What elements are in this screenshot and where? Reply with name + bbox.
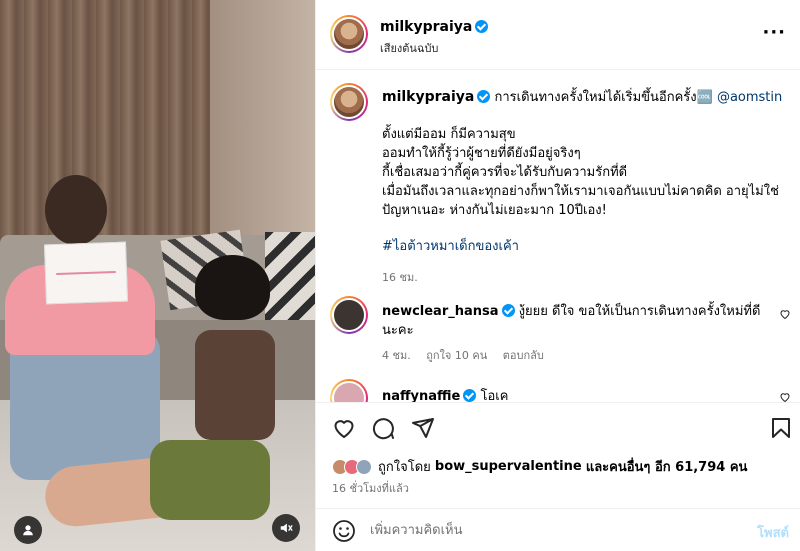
mute-icon	[280, 523, 293, 533]
caption-username[interactable]: milkypraiya	[382, 89, 474, 105]
post-comment-button[interactable]: โพสต์	[757, 522, 789, 543]
post-username[interactable]: milkypraiya	[380, 19, 472, 35]
verified-icon	[463, 389, 477, 402]
avatar[interactable]	[330, 379, 368, 402]
comment-like-icon[interactable]	[779, 308, 791, 320]
likes-others[interactable]: และคนอื่นๆ อีก 61,794 คน	[586, 456, 748, 477]
comment-item: newclear_hansa งู้ยยย ดีใจ ขอให้เป็นการเ…	[382, 302, 767, 365]
emoji-icon[interactable]	[332, 519, 356, 543]
wall	[210, 0, 315, 260]
post-media[interactable]	[0, 0, 315, 551]
share-icon[interactable]	[411, 416, 435, 440]
user-tag-icon	[23, 525, 33, 536]
person-woman-hair	[195, 255, 270, 320]
handwritten-sign	[43, 241, 129, 305]
comment-likes[interactable]: ถูกใจ 10 คน	[426, 349, 487, 362]
caption-line: เมื่อมันถึงเวลาและทุกอย่างก็พาให้เรามาเจ…	[382, 184, 779, 218]
likes-prefix: ถูกใจโดย	[378, 460, 431, 475]
caption-line: ตั้งแต่มีออม ก็มีความสุข	[382, 127, 516, 142]
comment-text: โอเค	[480, 389, 509, 402]
mute-button[interactable]	[272, 514, 300, 542]
bookmark-icon[interactable]	[769, 416, 793, 440]
pillow	[265, 232, 315, 327]
comment-like-icon[interactable]	[779, 391, 791, 402]
caption-hashtag[interactable]: #ไอต้าวหมาเด็กของเค้า	[382, 237, 782, 256]
caption-headline: การเดินทางครั้งใหม่ได้เริ่มขึ้นอีกครั้ง	[494, 90, 697, 105]
audio-label[interactable]: เสียงต้นฉบับ	[380, 39, 488, 57]
caption-time: 16 ชม.	[382, 271, 418, 284]
reply-button[interactable]: ตอบกลับ	[503, 349, 544, 362]
avatar[interactable]	[330, 83, 368, 121]
caption-line: กี้เชื่อเสมอว่ากี้คู่ควรที่จะได้รับกับคว…	[382, 165, 628, 180]
comment-username[interactable]: newclear_hansa	[382, 304, 499, 319]
comment-username[interactable]: naffynaffie	[382, 389, 460, 402]
comment-time: 4 ชม.	[382, 349, 411, 362]
user-tag-button[interactable]	[14, 516, 42, 544]
avatar[interactable]	[330, 296, 368, 334]
heart-icon[interactable]	[332, 416, 356, 440]
more-icon[interactable]: ···	[762, 24, 786, 42]
person-woman	[195, 330, 275, 440]
caption-mention[interactable]: @aomstin	[717, 90, 782, 105]
verified-icon	[501, 304, 515, 317]
person-woman-skirt	[150, 440, 270, 520]
caption-body: ตั้งแต่มีออม ก็มีความสุข ออมทำให้กี้รู้ว…	[382, 125, 782, 287]
comment-composer: โพสต์	[316, 508, 800, 551]
action-bar: ถูกใจโดย bow_supervalentine และคนอื่นๆ อ…	[316, 402, 800, 522]
comment-input[interactable]	[370, 519, 730, 541]
comment-icon[interactable]	[371, 416, 395, 440]
liker-avatars	[332, 458, 372, 475]
post-time-ago[interactable]: 16 ชั่วโมงที่แล้ว	[332, 479, 409, 497]
person-man-head	[45, 175, 107, 245]
post-header: milkypraiya เสียงต้นฉบับ ···	[316, 0, 800, 70]
gif-glyph: 🆒	[696, 90, 713, 105]
comment-item: naffynaffie โอเค	[382, 385, 508, 402]
likes-summary: ถูกใจโดย bow_supervalentine และคนอื่นๆ อ…	[332, 456, 747, 477]
avatar[interactable]	[330, 15, 368, 53]
verified-icon	[475, 20, 489, 33]
likes-user[interactable]: bow_supervalentine	[435, 459, 582, 474]
caption-line: ออมทำให้กี้รู้ว่าผู้ชายที่ดียังมีอยู่จริ…	[382, 146, 581, 161]
post-side-panel: milkypraiya เสียงต้นฉบับ ··· milkypraiya…	[315, 0, 800, 551]
caption-header: milkypraiya การเดินทางครั้งใหม่ได้เริ่มข…	[382, 88, 787, 107]
comments-list[interactable]: milkypraiya การเดินทางครั้งใหม่ได้เริ่มข…	[316, 70, 800, 402]
verified-icon	[477, 90, 491, 103]
